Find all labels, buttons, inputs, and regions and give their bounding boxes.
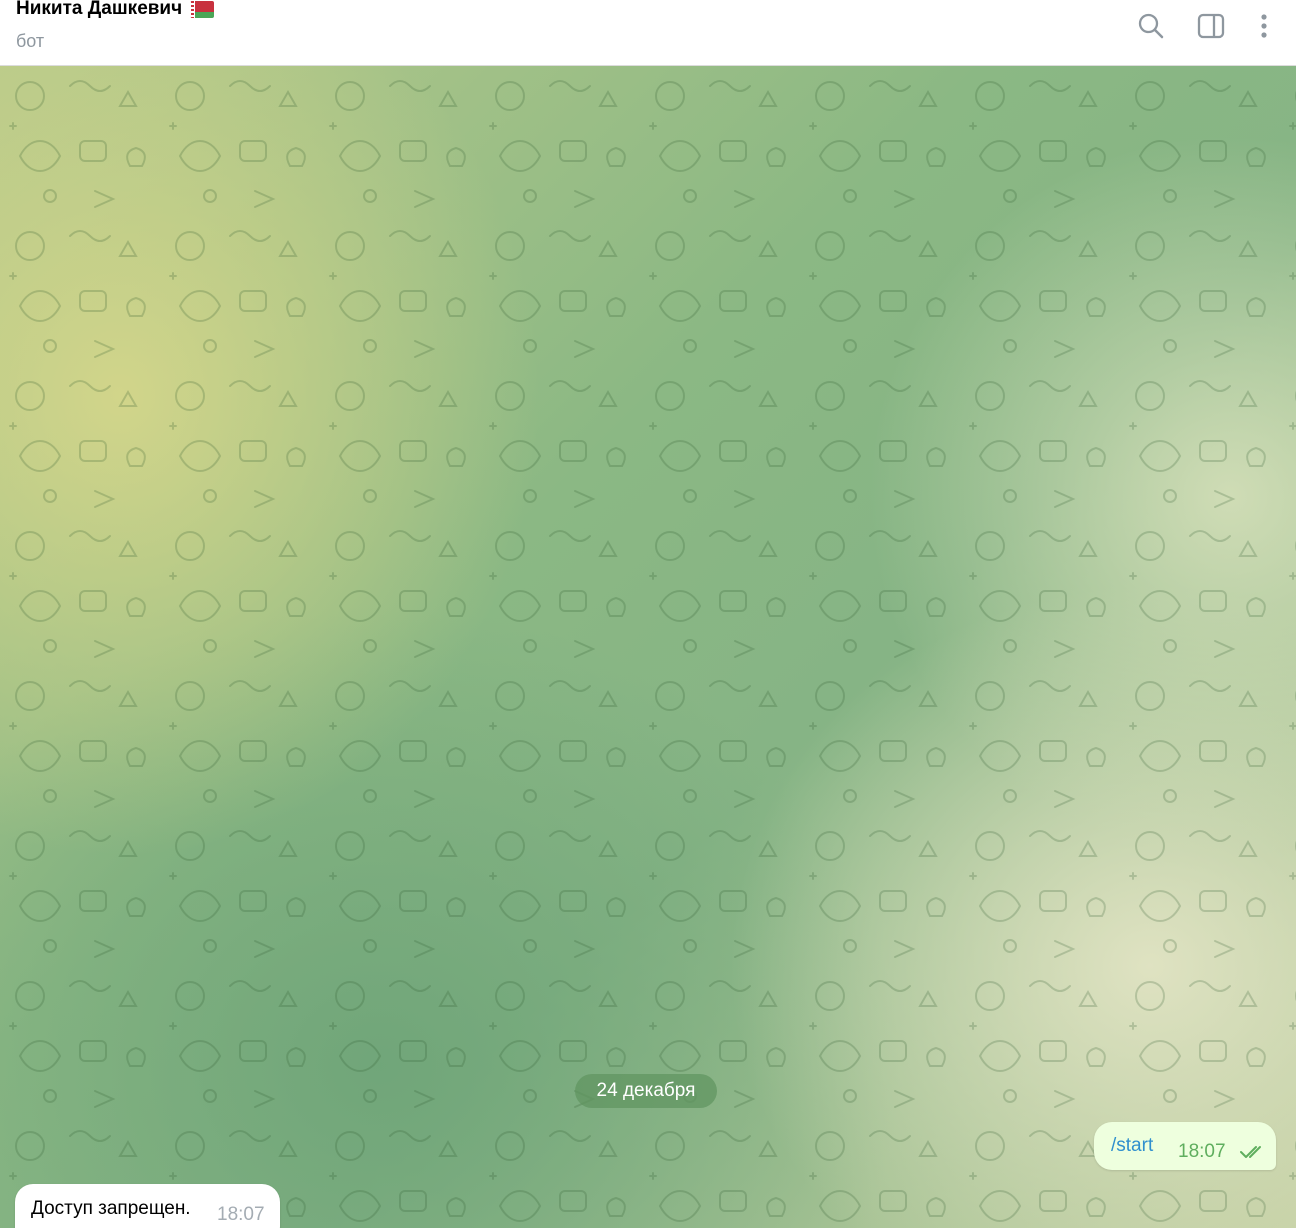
message-time: 18:07 (1178, 1141, 1226, 1162)
chat-header: Никита Дашкевич бот (0, 0, 1296, 66)
message-bubble-incoming[interactable]: Доступ запрещен. 18:07 (15, 1184, 280, 1228)
double-check-icon (1240, 1146, 1261, 1158)
belarus-flag-icon (190, 0, 215, 18)
message-bubble-outgoing[interactable]: /start 18:07 (1094, 1122, 1276, 1170)
message-text: Доступ запрещен. (31, 1198, 191, 1219)
message-time: 18:07 (217, 1204, 265, 1225)
bot-command-link[interactable]: /start (1111, 1135, 1153, 1157)
doodle-pattern (0, 66, 1296, 1228)
chat-title-row[interactable]: Никита Дашкевич (16, 0, 215, 20)
chat-subtitle: бот (16, 31, 45, 51)
chat-background: 24 декабря /start 18:07 Доступ запрещен.… (0, 66, 1296, 1228)
sidebar-toggle-button[interactable] (1193, 8, 1229, 44)
date-separator: 24 декабря (575, 1074, 717, 1108)
search-icon (1138, 13, 1164, 39)
chat-title[interactable]: Никита Дашкевич (16, 0, 182, 20)
more-vertical-icon (1261, 14, 1267, 38)
search-button[interactable] (1133, 8, 1169, 44)
more-menu-button[interactable] (1246, 8, 1282, 44)
sidebar-icon (1197, 13, 1225, 39)
